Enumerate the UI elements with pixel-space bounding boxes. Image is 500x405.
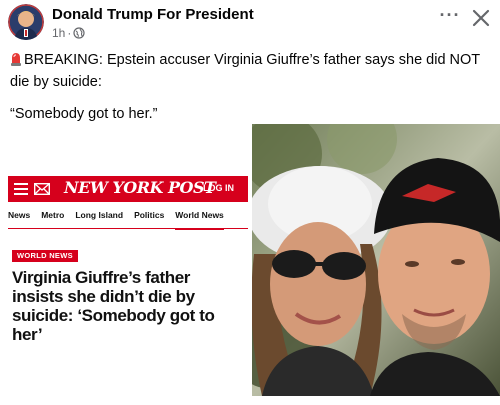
selfie-photo: [252, 124, 500, 396]
nyp-nav: News Metro Long Island Politics World Ne…: [8, 210, 248, 230]
post-text: BREAKING: Epstein accuser Virginia Giuff…: [10, 50, 492, 124]
post-header: Donald Trump For President 1h · ···: [0, 0, 500, 46]
post-author[interactable]: Donald Trump For President: [52, 6, 254, 23]
more-options-icon[interactable]: ···: [437, 6, 463, 30]
link-preview-image[interactable]: NEW YORK POST LOG IN News Metro Long Isl…: [0, 124, 500, 396]
police-siren-icon: [10, 52, 22, 72]
post-footer-edge: [0, 396, 500, 405]
nyp-nav-item: Long Island: [75, 210, 124, 220]
nyp-login-button: LOG IN: [203, 183, 234, 193]
nyp-nav-item-active: World News: [175, 210, 224, 230]
post-text-line: BREAKING: Epstein accuser Virginia Giuff…: [10, 50, 492, 92]
nyp-nav-item: Politics: [134, 210, 165, 220]
mail-icon: [34, 183, 50, 195]
nyp-nav-divider: [8, 228, 248, 229]
nyp-header-bar: NEW YORK POST LOG IN: [8, 176, 248, 202]
hamburger-menu-icon: [14, 183, 28, 195]
post-text-content: BREAKING: Epstein accuser Virginia Giuff…: [10, 52, 480, 90]
close-icon[interactable]: [469, 6, 493, 30]
nyp-logo: NEW YORK POST: [64, 178, 216, 197]
post-meta: 1h ·: [52, 26, 85, 40]
meta-separator: ·: [67, 26, 72, 40]
post-time[interactable]: 1h: [52, 26, 65, 40]
globe-icon: [73, 27, 85, 39]
nyp-screenshot-panel: NEW YORK POST LOG IN News Metro Long Isl…: [0, 124, 252, 396]
nyp-headline: Virginia Giuffre’s father insists she di…: [12, 268, 215, 344]
avatar[interactable]: [8, 4, 44, 40]
nyp-section-tag: WORLD NEWS: [12, 250, 78, 262]
nyp-nav-item: News: [8, 210, 31, 220]
post-quote: “Somebody got to her.”: [10, 106, 158, 122]
nyp-nav-item: Metro: [41, 210, 65, 220]
